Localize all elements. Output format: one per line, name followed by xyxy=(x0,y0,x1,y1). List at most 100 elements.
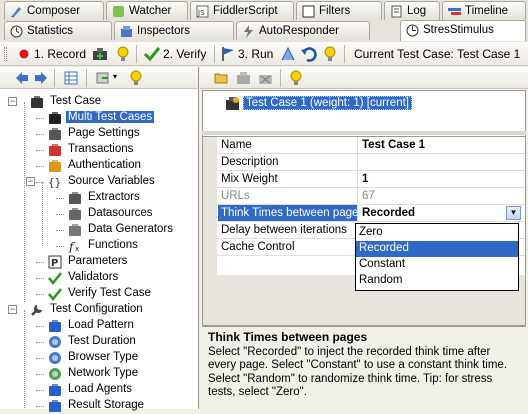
tree-item[interactable]: Multi Test Cases xyxy=(0,110,198,126)
property-value[interactable] xyxy=(359,154,525,170)
tree-item-label: Verify Test Case xyxy=(68,287,151,299)
tab-autoresponder[interactable]: AutoResponder xyxy=(236,21,370,40)
property-name: Name xyxy=(218,137,358,153)
tab-composer[interactable]: Composer xyxy=(4,1,104,20)
tree-item-label: Test Configuration xyxy=(50,303,143,315)
run-flag-icon xyxy=(222,47,234,61)
tip-bulb-icon[interactable] xyxy=(324,46,336,62)
run-options-icon[interactable] xyxy=(280,46,296,62)
property-name: Delay between iterations xyxy=(218,222,358,238)
tab-watcher[interactable]: Watcher xyxy=(106,1,188,20)
property-row-gutter xyxy=(203,205,217,222)
undo-icon[interactable] xyxy=(301,46,317,62)
tree-connector xyxy=(36,358,44,359)
record-button[interactable]: 1. Record xyxy=(34,47,86,61)
property-value[interactable]: Recorded xyxy=(359,205,525,221)
tab-statistics[interactable]: Statistics xyxy=(4,21,112,40)
tab-filters[interactable]: Filters xyxy=(296,1,382,20)
tab-row-1: Composer Watcher JS FiddlerScript Filter… xyxy=(0,0,528,20)
tree-item[interactable]: f x Functions xyxy=(0,238,198,254)
tree-connector xyxy=(36,406,44,407)
recorder-settings-icon[interactable] xyxy=(92,46,108,62)
forward-arrow-icon[interactable] xyxy=(34,71,48,85)
tree-item-label: Functions xyxy=(88,239,138,251)
export-icon[interactable] xyxy=(96,71,110,85)
property-value[interactable]: Test Case 1 xyxy=(359,137,525,153)
tree-item[interactable]: Verify Test Case xyxy=(0,286,198,302)
datasources-icon xyxy=(69,208,81,220)
source-variables-icon: {} xyxy=(48,176,61,189)
tree-guide-line xyxy=(24,310,25,408)
tree-item-label: Load Pattern xyxy=(68,319,134,331)
tree-item[interactable]: Validators xyxy=(0,270,198,286)
splitter[interactable] xyxy=(202,131,526,135)
dropdown-option[interactable]: Zero xyxy=(356,225,518,241)
tree-item[interactable]: Page Settings xyxy=(0,126,198,142)
dropdown-option[interactable]: Recorded xyxy=(356,241,518,257)
tree-expander-icon[interactable]: − xyxy=(8,305,17,314)
property-row-gutter xyxy=(203,239,217,256)
property-row[interactable]: Think Times between pages Recorded ▼ xyxy=(203,205,525,222)
tab-row-2: Statistics Inspectors AutoResponder Stre… xyxy=(0,20,528,42)
tab-stresstimulus[interactable]: StresStimulus xyxy=(400,20,526,41)
tree-item-label: Network Type xyxy=(68,367,139,379)
tab-log[interactable]: Log xyxy=(384,1,440,20)
property-value[interactable]: 1 xyxy=(359,171,525,187)
tree-item[interactable]: Network Type xyxy=(0,366,198,382)
tree-expander-icon[interactable]: − xyxy=(26,177,35,186)
tree-item-label: Data Generators xyxy=(88,223,174,235)
tree-item[interactable]: Browser Type xyxy=(0,350,198,366)
dropdown-option[interactable]: Constant xyxy=(356,257,518,273)
extractors-icon xyxy=(69,192,81,204)
property-row[interactable]: Name Test Case 1 xyxy=(203,137,525,154)
test-duration-icon xyxy=(49,336,61,348)
tree-item[interactable]: Load Pattern xyxy=(0,318,198,334)
run-button[interactable]: 3. Run xyxy=(238,47,273,61)
dropdown-option[interactable]: Random xyxy=(356,273,518,289)
multi-test-cases-icon xyxy=(49,112,61,124)
property-row[interactable]: Mix Weight 1 xyxy=(203,171,525,188)
tree-connector xyxy=(36,150,44,151)
tree-item[interactable]: Extractors xyxy=(0,190,198,206)
tree-item[interactable]: P Parameters xyxy=(0,254,198,270)
tab-timeline[interactable]: Timeline xyxy=(442,1,526,20)
tab-inspectors[interactable]: Inspectors xyxy=(114,21,234,40)
tree-item[interactable]: Transactions xyxy=(0,142,198,158)
tree-guide-line xyxy=(24,102,25,302)
chevron-down-icon[interactable]: ▼ xyxy=(506,206,521,220)
svg-text:P: P xyxy=(51,258,58,269)
tree-item-label: Authentication xyxy=(68,159,141,171)
tree-item[interactable]: − {} Source Variables xyxy=(0,174,198,190)
tip-bulb-icon[interactable] xyxy=(130,70,142,86)
property-value[interactable]: 67 xyxy=(359,188,525,204)
tip-bulb-icon[interactable] xyxy=(290,70,302,86)
open-folder-icon[interactable] xyxy=(214,71,229,85)
delete-test-case-icon[interactable] xyxy=(258,71,273,85)
tree-item-label: Validators xyxy=(68,271,119,283)
tip-bulb-icon[interactable] xyxy=(117,46,129,62)
property-row-gutter xyxy=(203,154,217,171)
tree-item-label: Test Duration xyxy=(68,335,136,347)
tree-item[interactable]: − Test Case xyxy=(0,94,198,110)
tree-expander-icon[interactable]: − xyxy=(8,97,17,106)
validators-icon xyxy=(48,272,62,285)
svg-text:JS: JS xyxy=(197,9,205,17)
svg-text:{}: {} xyxy=(48,176,61,189)
tree-item-label: Multi Test Cases xyxy=(66,111,155,123)
verify-button[interactable]: 2. Verify xyxy=(163,47,206,61)
clone-test-case-icon[interactable] xyxy=(236,71,251,85)
grid-view-icon[interactable] xyxy=(64,71,78,85)
tree-item[interactable]: Datasources xyxy=(0,206,198,222)
tree-item[interactable]: Result Storage xyxy=(0,398,198,414)
tree-item[interactable]: Load Agents xyxy=(0,382,198,398)
chevron-down-icon[interactable]: ▾ xyxy=(113,72,117,81)
property-row[interactable]: URLs 67 xyxy=(203,188,525,205)
tree-connector xyxy=(56,246,64,247)
tree-item[interactable]: Data Generators xyxy=(0,222,198,238)
property-row[interactable]: Description xyxy=(203,154,525,171)
back-arrow-icon[interactable] xyxy=(15,71,29,85)
tab-fiddlerscript[interactable]: JS FiddlerScript xyxy=(190,1,294,20)
tree-item[interactable]: − Test Configuration xyxy=(0,302,198,318)
tree-item[interactable]: Test Duration xyxy=(0,334,198,350)
tree-item[interactable]: Authentication xyxy=(0,158,198,174)
